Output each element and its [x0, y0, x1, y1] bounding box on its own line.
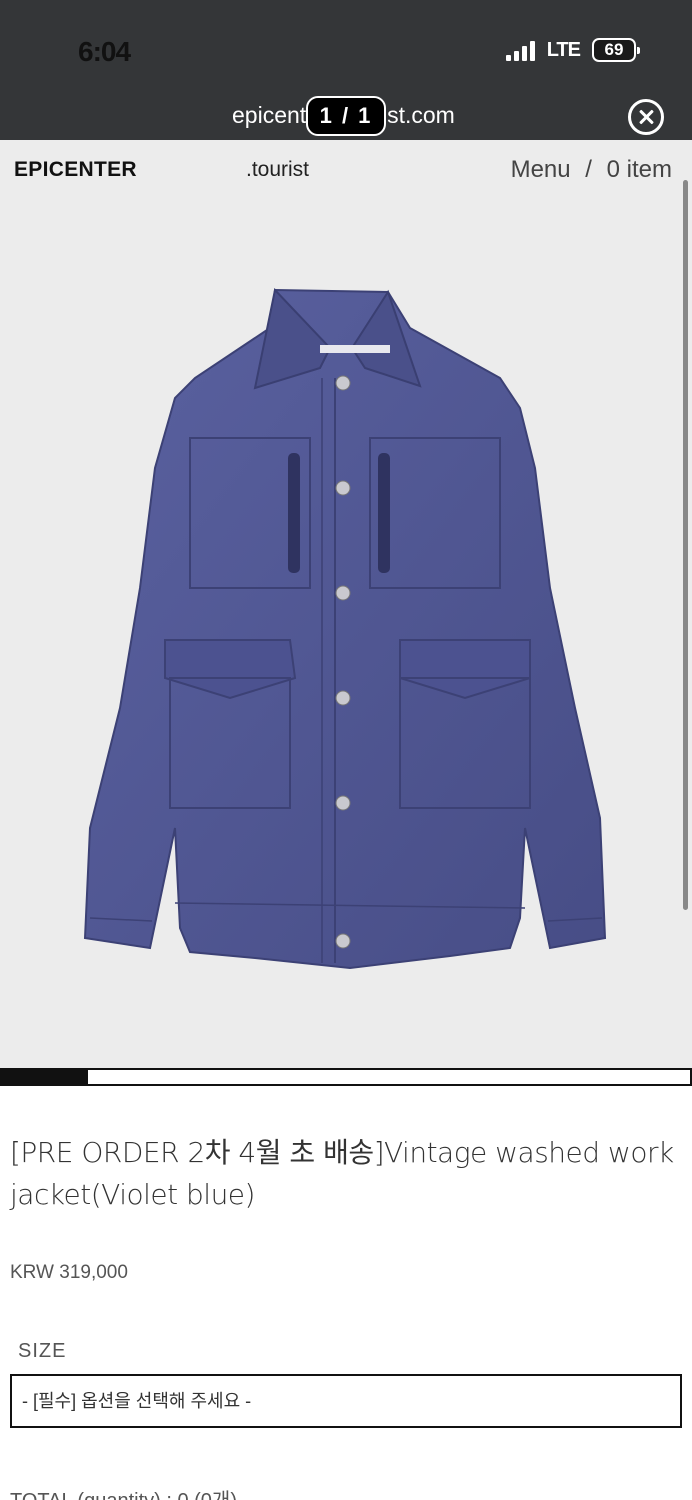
page-scrollbar[interactable] — [683, 180, 688, 910]
url-suffix[interactable]: ist.com — [382, 102, 455, 129]
page-counter-badge: 1 / 1 — [306, 96, 386, 136]
gallery-progress-bar[interactable] — [0, 1068, 692, 1086]
signal-icon — [505, 39, 535, 61]
product-title: [PRE ORDER 2차 4월 초 배송]Vintage washed wor… — [10, 1136, 674, 1211]
status-time: 6:04 — [78, 36, 131, 67]
product-price: KRW 319,000 — [10, 1262, 128, 1283]
header-menu: Menu / 0 item — [507, 156, 676, 184]
cart-link[interactable]: 0 item — [607, 156, 672, 183]
network-type: LTE — [546, 38, 581, 61]
close-icon[interactable] — [628, 99, 664, 135]
status-indicators: LTE 69 — [505, 38, 640, 62]
size-select[interactable]: - [필수] 옵션을 선택해 주세요 - — [10, 1374, 682, 1428]
menu-separator: / — [585, 156, 592, 183]
battery-icon: 69 — [592, 38, 640, 62]
site-name[interactable]: .tourist — [246, 158, 309, 182]
product-gallery: EPICENTER .tourist Menu / 0 item — [0, 140, 692, 1068]
total-quantity: TOTAL (quantity) : 0 (0개) — [10, 1484, 237, 1500]
browser-top-bar: 6:04 LTE 69 epicent ist.com 1 / 1 — [0, 0, 692, 140]
menu-link[interactable]: Menu — [511, 156, 571, 183]
size-label: SIZE — [18, 1340, 67, 1362]
jacket-product-image[interactable] — [80, 288, 620, 1008]
brand-logo[interactable]: EPICENTER — [14, 158, 137, 182]
url-prefix[interactable]: epicent — [232, 102, 306, 129]
gallery-progress-fill — [2, 1070, 88, 1084]
